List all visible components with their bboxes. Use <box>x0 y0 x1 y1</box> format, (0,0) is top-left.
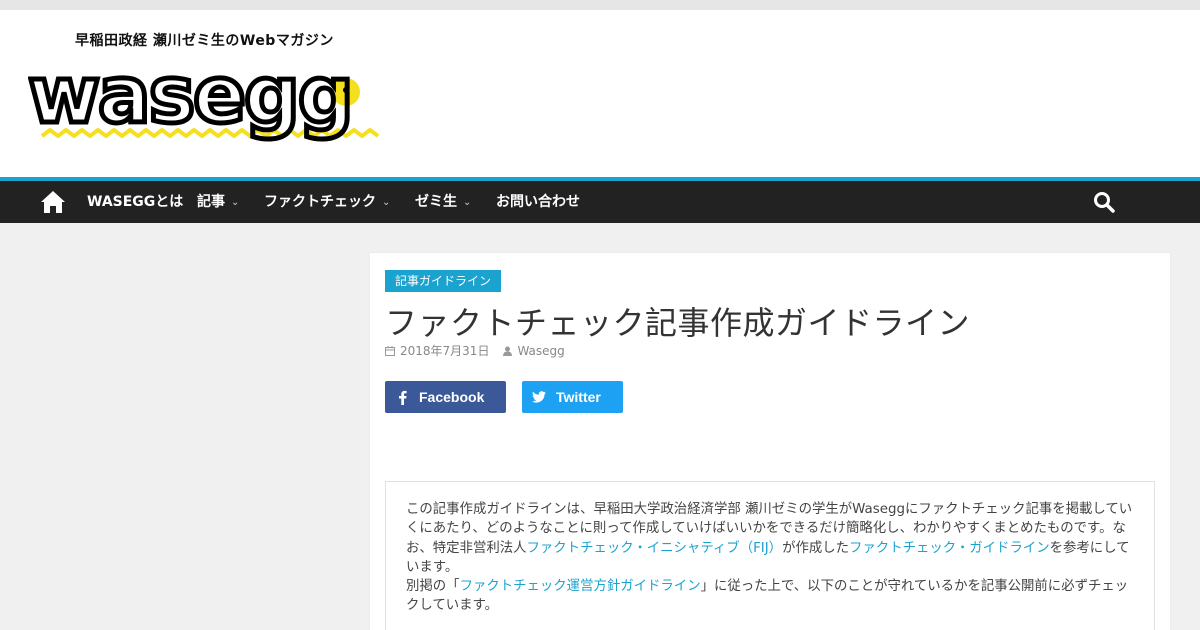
facebook-icon <box>385 390 419 405</box>
nav-item-articles[interactable]: 記事 ⌄ <box>197 181 239 223</box>
site-header: 早稲田政経 瀬川ゼミ生のWebマガジン wasegg <box>0 10 1200 177</box>
user-icon <box>503 346 513 356</box>
intro-box: この記事作成ガイドラインは、早稲田大学政治経済学部 瀬川ゼミの学生がWasegg… <box>385 481 1155 630</box>
intro-paragraph-1: この記事作成ガイドラインは、早稲田大学政治経済学部 瀬川ゼミの学生がWasegg… <box>406 502 1133 575</box>
fij-link[interactable]: ファクトチェック・イニシャティブ（FIJ） <box>527 541 783 556</box>
calendar-icon <box>385 345 395 356</box>
home-icon[interactable] <box>40 190 66 214</box>
nav-item-contact[interactable]: お問い合わせ <box>496 181 580 223</box>
operation-policy-link[interactable]: ファクトチェック運営方針ガイドライン <box>460 579 701 594</box>
top-strip <box>0 0 1200 10</box>
twitter-share-button[interactable]: Twitter <box>522 381 623 413</box>
facebook-share-button[interactable]: Facebook <box>385 381 506 413</box>
nav-item-factcheck[interactable]: ファクトチェック ⌄ <box>264 181 390 223</box>
chevron-down-icon: ⌄ <box>463 197 472 208</box>
main-nav: WASEGGとは 記事 ⌄ ファクトチェック ⌄ ゼミ生 ⌄ お問い合わせ <box>0 177 1200 223</box>
search-icon[interactable] <box>1093 191 1115 213</box>
article-card: 記事ガイドライン ファクトチェック記事作成ガイドライン 2018年7月31日 W… <box>370 253 1170 630</box>
logo-wordmark: wasegg <box>28 54 352 141</box>
site-logo[interactable]: wasegg <box>28 54 384 164</box>
site-tagline: 早稲田政経 瀬川ゼミ生のWebマガジン <box>75 33 334 49</box>
twitter-icon <box>522 391 556 403</box>
post-date[interactable]: 2018年7月31日 <box>385 342 489 359</box>
intro-paragraph-2: 別掲の「ファクトチェック運営方針ガイドライン」に従った上で、以下のことが守れてい… <box>406 579 1129 614</box>
article-title: ファクトチェック記事作成ガイドライン <box>385 304 971 342</box>
chevron-down-icon: ⌄ <box>231 197 240 208</box>
category-badge[interactable]: 記事ガイドライン <box>385 270 502 292</box>
post-author[interactable]: Wasegg <box>503 344 565 358</box>
nav-item-about[interactable]: WASEGGとは <box>87 181 183 223</box>
article-meta: 2018年7月31日 Wasegg <box>385 342 579 359</box>
chevron-down-icon: ⌄ <box>382 197 391 208</box>
factcheck-guideline-link[interactable]: ファクトチェック・ガイドライン <box>849 541 1050 556</box>
nav-item-seminar-students[interactable]: ゼミ生 ⌄ <box>415 181 471 223</box>
